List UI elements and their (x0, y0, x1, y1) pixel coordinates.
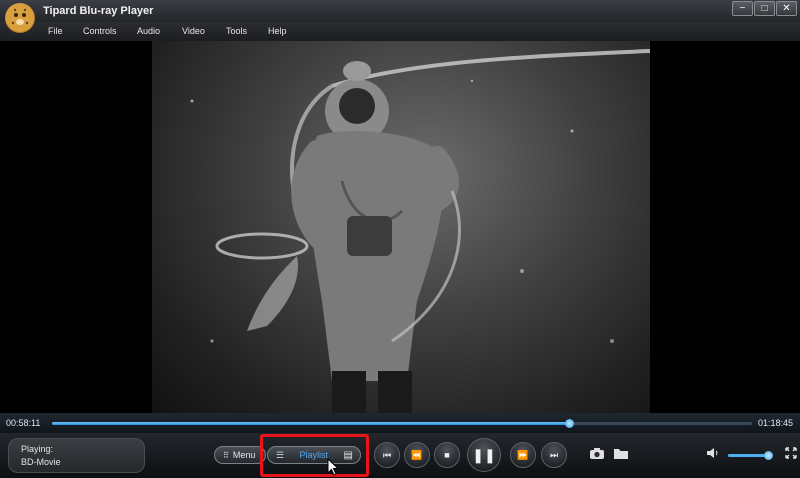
menu-button[interactable]: ⠿ Menu (214, 446, 266, 464)
prev-chapter-icon: ⏮ (382, 449, 392, 460)
video-frame[interactable] (152, 41, 650, 413)
menu-audio[interactable]: Audio (137, 22, 182, 41)
video-area[interactable] (0, 41, 800, 413)
title-bar: Tipard Blu-ray Player − □ ✕ (0, 0, 800, 22)
rewind-button[interactable]: ⏪ (404, 442, 430, 468)
menu-file[interactable]: File (48, 22, 83, 41)
fast-forward-button[interactable]: ⏩ (510, 442, 536, 468)
stop-button[interactable]: ■ (434, 442, 460, 468)
elapsed-time: 00:58:11 (6, 418, 41, 428)
maximize-button[interactable]: □ (754, 1, 775, 16)
mouse-cursor-icon (327, 458, 340, 476)
app-title: Tipard Blu-ray Player (43, 5, 154, 17)
fullscreen-icon (785, 447, 797, 459)
camera-icon (590, 448, 604, 459)
volume-thumb[interactable] (763, 451, 773, 460)
seek-progress-fill (52, 422, 570, 425)
menu-controls[interactable]: Controls (83, 22, 137, 41)
grid-icon: ⠿ (223, 450, 229, 460)
fullscreen-button[interactable] (785, 447, 797, 462)
window-controls: − □ ✕ (732, 1, 797, 16)
seek-bar-row: 00:58:11 01:18:45 (0, 413, 800, 433)
control-bar: Playing: BD-Movie ⠿ Menu ☰ Playlist ▤ ⏮ … (0, 433, 800, 478)
menu-tools[interactable]: Tools (226, 22, 268, 41)
menu-bar: File Controls Audio Video Tools Help (0, 22, 800, 41)
open-folder-button[interactable] (613, 447, 629, 463)
volume-fill (728, 454, 768, 457)
minimize-button[interactable]: − (732, 1, 753, 16)
fast-forward-icon: ⏩ (517, 449, 529, 460)
pause-button[interactable]: ❚❚ (467, 438, 501, 472)
playing-label: Playing: (21, 444, 54, 454)
previous-chapter-button[interactable]: ⏮ (374, 442, 400, 468)
menu-help[interactable]: Help (268, 22, 308, 41)
stop-icon: ■ (444, 450, 450, 460)
app-logo-icon[interactable] (5, 3, 35, 33)
rewind-icon: ⏪ (411, 449, 423, 460)
next-chapter-button[interactable]: ⏭ (541, 442, 567, 468)
video-frame-image (190, 49, 650, 413)
pause-icon: ❚❚ (472, 446, 496, 463)
folder-icon (614, 449, 628, 459)
leopard-logo-icon (6, 4, 34, 32)
close-button[interactable]: ✕ (776, 1, 797, 16)
seek-thumb[interactable] (565, 419, 575, 428)
playlist-highlight-box (260, 434, 369, 477)
total-time: 01:18:45 (758, 418, 794, 428)
volume-icon (707, 448, 718, 458)
seek-slider[interactable] (52, 419, 752, 428)
snapshot-button[interactable] (589, 447, 605, 463)
volume-slider[interactable] (728, 451, 773, 460)
playing-title: BD-Movie (21, 457, 61, 467)
playing-status-panel: Playing: BD-Movie (8, 438, 145, 473)
mute-button[interactable] (706, 447, 720, 462)
next-chapter-icon: ⏭ (549, 449, 559, 460)
menu-button-label: Menu (232, 450, 256, 460)
menu-video[interactable]: Video (182, 22, 226, 41)
